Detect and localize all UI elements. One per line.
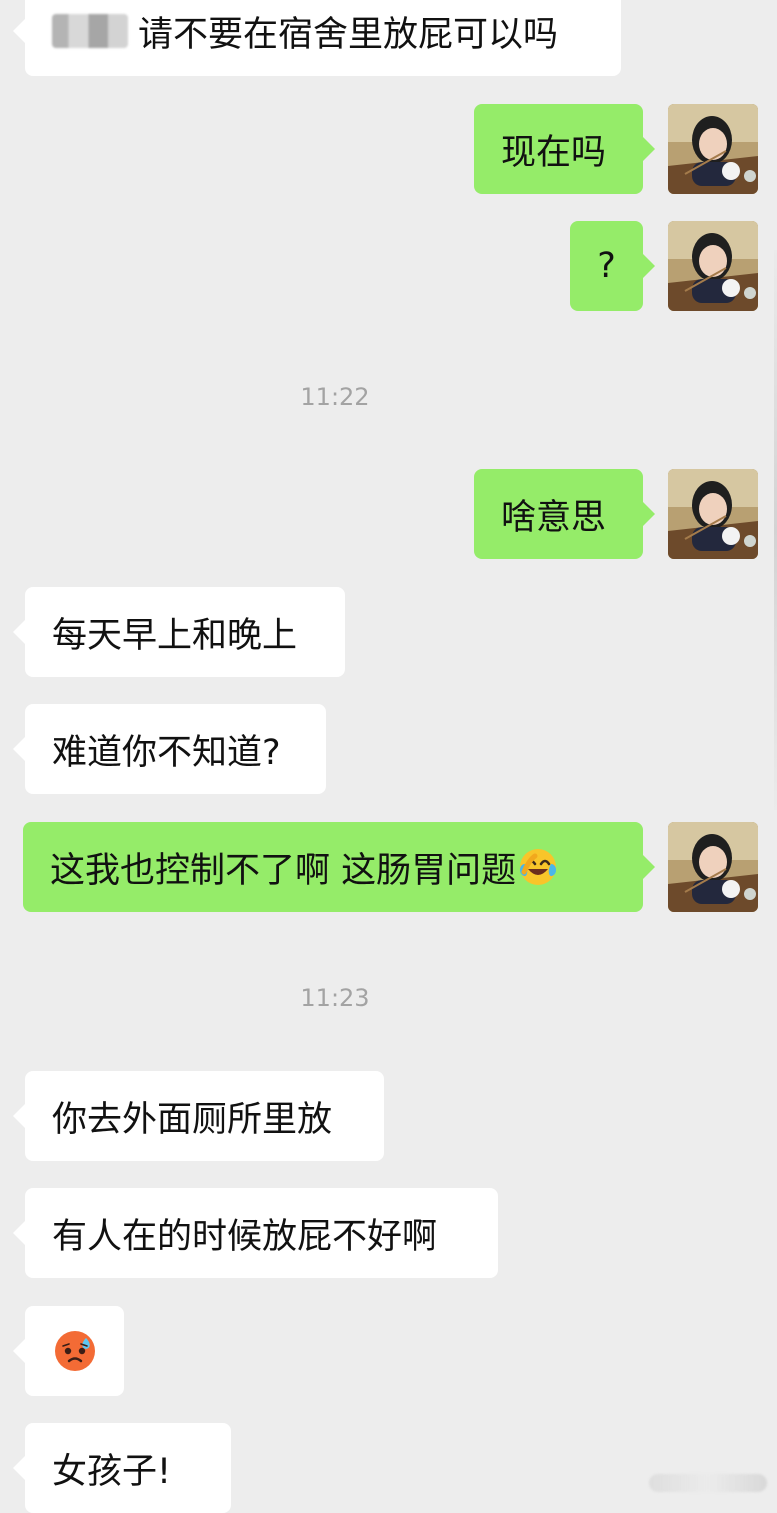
chat-message-list: 请不要在宿舍里放屁可以吗 现在吗 ? 11:22 啥意思 每天早上和晚上 难道你…: [0, 0, 777, 1513]
message-text: 这我也控制不了啊 这肠胃问题: [50, 850, 517, 891]
sad-sweat-emoji-icon: [54, 1331, 95, 1371]
sender-avatar[interactable]: [668, 221, 758, 311]
avatar-image: [668, 822, 758, 912]
avatar-image: [668, 221, 758, 311]
watermark-blur: [649, 1474, 767, 1492]
incoming-message-bubble[interactable]: 有人在的时候放屁不好啊: [13, 1188, 498, 1278]
message-text: 请不要在宿舍里放屁可以吗: [138, 14, 559, 55]
message-text: 现在吗: [501, 132, 607, 173]
sender-avatar[interactable]: [668, 822, 758, 912]
sender-avatar[interactable]: [668, 104, 758, 194]
avatar-image: [668, 469, 758, 559]
outgoing-message-bubble[interactable]: ?: [570, 221, 655, 311]
message-text: 有人在的时候放屁不好啊: [52, 1216, 438, 1257]
incoming-message-bubble[interactable]: 每天早上和晚上: [13, 587, 345, 677]
outgoing-message-bubble[interactable]: 啥意思: [474, 469, 655, 559]
incoming-message-bubble[interactable]: 请不要在宿舍里放屁可以吗: [13, 0, 621, 76]
incoming-sticker-bubble[interactable]: [13, 1306, 124, 1396]
crying-laughing-emoji-icon: [520, 849, 557, 885]
message-text: 难道你不知道?: [52, 732, 281, 773]
outgoing-message-bubble[interactable]: 现在吗: [474, 104, 655, 194]
incoming-message-bubble[interactable]: 难道你不知道?: [13, 704, 326, 794]
message-text: 每天早上和晚上: [52, 615, 298, 656]
outgoing-message-bubble[interactable]: 这我也控制不了啊 这肠胃问题: [23, 822, 655, 912]
message-text: ?: [597, 246, 616, 286]
message-text: 你去外面厕所里放: [52, 1099, 333, 1140]
avatar-image: [668, 104, 758, 194]
message-text: 啥意思: [501, 497, 607, 538]
timestamp-label: 11:22: [300, 383, 370, 411]
timestamp-label: 11:23: [300, 984, 370, 1012]
message-text: 女孩子!: [52, 1451, 172, 1492]
blurred-name: [52, 14, 128, 48]
sender-avatar[interactable]: [668, 469, 758, 559]
incoming-message-bubble[interactable]: 你去外面厕所里放: [13, 1071, 384, 1161]
